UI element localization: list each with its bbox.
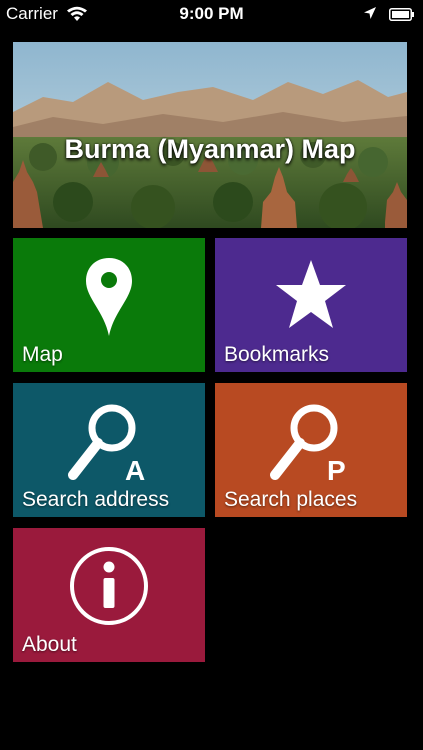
search-places-icon: P bbox=[270, 404, 346, 483]
map-tile-label: Map bbox=[22, 343, 63, 366]
status-bar: Carrier 9:00 PM bbox=[0, 0, 423, 28]
location-arrow-icon bbox=[363, 5, 377, 19]
search-address-tile-label: Search address bbox=[22, 488, 170, 511]
star-icon bbox=[276, 260, 346, 328]
search-places-tile[interactable]: P Search places bbox=[215, 383, 407, 517]
map-tile[interactable]: Map bbox=[13, 238, 205, 372]
battery-icon bbox=[389, 6, 415, 21]
app-title: Burma (Myanmar) Map bbox=[64, 134, 356, 164]
search-address-icon: A bbox=[68, 404, 145, 483]
bookmarks-tile[interactable]: Bookmarks bbox=[215, 238, 407, 372]
search-places-icon-letter: P bbox=[327, 455, 346, 483]
status-time: 9:00 PM bbox=[179, 4, 244, 23]
map-pin-icon bbox=[86, 258, 132, 336]
bookmarks-tile-label: Bookmarks bbox=[224, 343, 330, 366]
search-places-tile-label: Search places bbox=[224, 488, 358, 511]
search-address-tile[interactable]: A Search address bbox=[13, 383, 205, 517]
about-tile-label: About bbox=[22, 633, 77, 656]
about-tile[interactable]: About bbox=[13, 528, 205, 662]
status-bar-right bbox=[363, 5, 415, 21]
banner-image: Burma (Myanmar) Map bbox=[13, 42, 407, 228]
search-address-icon-letter: A bbox=[125, 455, 145, 483]
info-icon bbox=[70, 547, 148, 625]
